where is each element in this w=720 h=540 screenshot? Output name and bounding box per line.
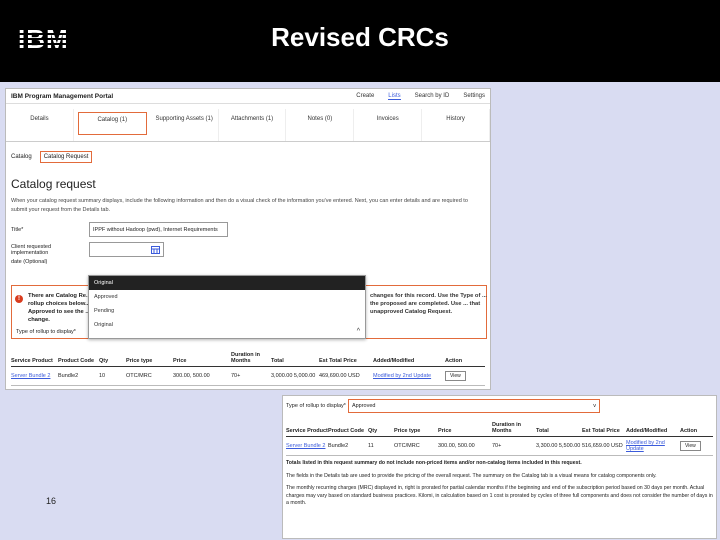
date-row: Client requested implementation [11, 242, 485, 257]
view-button[interactable]: View [445, 371, 466, 381]
col-product-code[interactable]: Product Code [58, 358, 99, 364]
approved-rollup-screenshot: Type of rollup to display* Approved v Se… [282, 395, 717, 539]
portal-menus: Create Lists Search by ID Settings [356, 93, 485, 100]
menu-settings[interactable]: Settings [463, 93, 485, 100]
rollup-type-dropdown[interactable]: Original Approved Pending Original ^ [88, 275, 366, 339]
dropdown-option-pending[interactable]: Pending [89, 304, 365, 318]
tab-attachments[interactable]: Attachments (1) [219, 109, 287, 141]
col-duration[interactable]: Duration in Months [231, 352, 271, 364]
col-added-modified: Added/Modified [373, 358, 415, 364]
portal-brand: IBM Program Management Portal [11, 92, 114, 100]
rollup-selected-value: Approved [351, 403, 376, 409]
menu-search[interactable]: Search by ID [415, 93, 450, 100]
date-input[interactable] [89, 242, 164, 257]
chevron-up-icon[interactable]: ^ [357, 328, 360, 335]
record-tabs: Details Catalog (1) Supporting Assets (1… [6, 109, 490, 142]
col-qty[interactable]: Qty [368, 428, 394, 434]
mrc-note: The monthly recurring charges (MRC) disp… [286, 485, 713, 506]
rollup-type-label: Type of rollup to display* [286, 403, 346, 409]
service-product-link[interactable]: Server Bundle 2 [286, 443, 328, 449]
rollup-type-label: Type of rollup to display* [16, 329, 76, 335]
approved-catalog-table: Service Product Product Code Qty Price t… [286, 417, 713, 456]
total-value: 3,300.00 5,500.00 [536, 443, 581, 449]
price-type-value: OTC/MRC [394, 443, 420, 449]
title-row: Title* IPPF without Hadoop (pwd), Intern… [11, 222, 485, 237]
product-code: Bundle2 [58, 373, 79, 379]
qty-value: 11 [368, 443, 374, 449]
duration-value: 70+ [492, 443, 502, 449]
total-value: 3,000.00 5,000.00 [271, 373, 316, 379]
est-total-value: 516,659.00 USD [582, 443, 623, 449]
col-added-modified: Added/Modified [626, 428, 668, 434]
col-action: Action [445, 358, 463, 364]
date-label-optional: date (Optional) [11, 259, 48, 265]
tab-invoices[interactable]: Invoices [354, 109, 423, 141]
catalog-table: Service Product Product Code Qty Price t… [11, 347, 485, 386]
menu-create[interactable]: Create [356, 93, 374, 100]
col-total: Total [536, 428, 549, 434]
col-qty[interactable]: Qty [99, 358, 126, 364]
col-product-code[interactable]: Product Code [328, 428, 368, 434]
dropdown-option-original[interactable]: Original [89, 276, 365, 290]
slide-title: Revised CRCs [0, 22, 720, 53]
tab-catalog[interactable]: Catalog (1) [77, 112, 147, 135]
col-duration[interactable]: Duration in Months [492, 422, 536, 434]
title-label: Title* [11, 226, 24, 233]
breadcrumb-catalog-request[interactable]: Catalog Request [39, 151, 93, 163]
product-code: Bundle2 [328, 443, 349, 449]
modified-link[interactable]: Modified by 2nd Update [373, 373, 445, 379]
col-price-type: Price type [126, 358, 153, 364]
rollup-type-select[interactable]: Approved v [347, 399, 600, 413]
dropdown-selected-value[interactable]: Original [89, 318, 365, 332]
chevron-down-icon: v [593, 403, 596, 409]
page-title: Catalog request [11, 177, 96, 191]
col-price: Price [173, 358, 187, 364]
title-input[interactable]: IPPF without Hadoop (pwd), Internet Requ… [89, 222, 228, 237]
price-type-value: OTC/MRC [126, 373, 152, 379]
col-price-type: Price type [394, 428, 421, 434]
menu-lists[interactable]: Lists [388, 93, 401, 100]
calendar-icon[interactable] [151, 245, 160, 254]
col-service-product[interactable]: Service Product [286, 428, 328, 434]
tab-history[interactable]: History [422, 109, 490, 141]
col-est-total[interactable]: Est Total Price [319, 358, 373, 364]
page-description: When your catalog request summary displa… [11, 198, 468, 213]
portal-header: IBM Program Management Portal Create Lis… [6, 89, 490, 104]
slide-title-text: Revised CRCs [271, 22, 449, 52]
tab-notes[interactable]: Notes (0) [286, 109, 355, 141]
tab-details[interactable]: Details [6, 109, 74, 141]
qty-value: 10 [99, 373, 106, 379]
view-button[interactable]: View [680, 441, 701, 451]
tab-supporting-assets[interactable]: Supporting Assets (1) [151, 109, 219, 141]
col-service-product[interactable]: Service Product [11, 358, 58, 364]
warning-text-right: changes for this record. Use the Type of… [370, 293, 487, 315]
est-total-value: 469,690.00 USD [319, 373, 360, 379]
table-row: Server Bundle 2 Bundle2 10 OTC/MRC 300.0… [11, 367, 485, 386]
table-row: Server Bundle 2 Bundle2 11 OTC/MRC 300.0… [286, 437, 713, 456]
modified-link[interactable]: Modified by 2nd Update [626, 440, 680, 452]
col-price: Price [438, 428, 452, 434]
duration-value: 70+ [231, 373, 241, 379]
table-header: Service Product Product Code Qty Price t… [11, 347, 485, 367]
breadcrumb: Catalog Catalog Request [11, 151, 485, 163]
rollup-type-row: Type of rollup to display* Approved v [286, 399, 713, 413]
totals-note: The fields in the Details tab are used t… [286, 472, 657, 479]
price-value: 300.00, 500.00 [438, 443, 475, 449]
price-value: 300.00, 500.00 [173, 373, 210, 379]
breadcrumb-catalog[interactable]: Catalog [11, 154, 32, 160]
catalog-request-screenshot: IBM Program Management Portal Create Lis… [5, 88, 491, 390]
date-label: Client requested implementation [11, 243, 52, 256]
table-header: Service Product Product Code Qty Price t… [286, 417, 713, 437]
col-est-total[interactable]: Est Total Price [582, 428, 626, 434]
warning-icon: ! [15, 295, 23, 303]
col-total: Total [271, 358, 284, 364]
dropdown-option-approved[interactable]: Approved [89, 290, 365, 304]
col-action: Action [680, 428, 698, 434]
page-number: 16 [46, 496, 57, 506]
service-product-link[interactable]: Server Bundle 2 [11, 373, 58, 379]
totals-notes: Totals listed in this request summary do… [286, 460, 713, 508]
slide-header: IBM Revised CRCs [0, 0, 720, 82]
totals-note-bold: Totals listed in this request summary do… [286, 460, 582, 466]
